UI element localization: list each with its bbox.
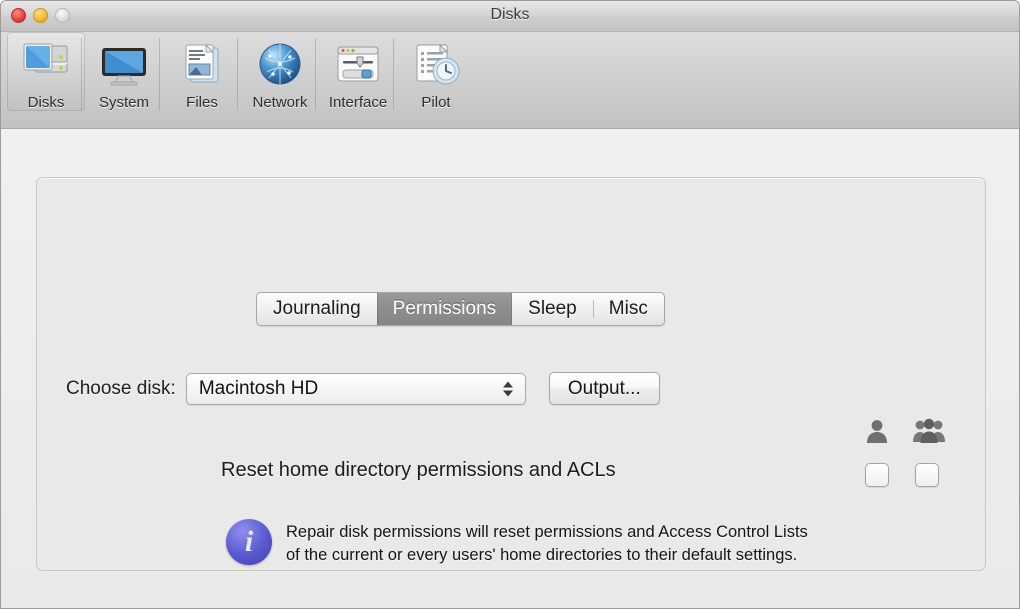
info-block: i Repair disk permissions will reset per… — [226, 519, 906, 567]
tab-sleep[interactable]: Sleep — [512, 293, 593, 325]
tab-permissions[interactable]: Permissions — [376, 293, 513, 325]
disk-select-value: Macintosh HD — [198, 377, 319, 399]
toolbar-label-interface: Interface — [328, 94, 388, 111]
choose-disk-row: Choose disk: Macintosh HD Output... — [66, 372, 660, 405]
content-area: Journaling Permissions Sleep Misc Choose… — [1, 129, 1019, 608]
toolbar-label-files: Files — [186, 94, 218, 111]
app-window: Disks Disks System Files Network Interfa… — [0, 0, 1020, 609]
toolbar-label-system: System — [98, 94, 149, 111]
toolbar-label-pilot: Pilot — [421, 94, 451, 111]
toolbar-item-interface[interactable]: Interface — [315, 32, 397, 111]
scope-selector — [863, 417, 945, 487]
tab-misc[interactable]: Misc — [592, 293, 664, 325]
all-users-checkbox[interactable] — [915, 463, 939, 487]
reset-permissions-label: Reset home directory permissions and ACL… — [221, 459, 616, 481]
toolbar-item-disks[interactable]: Disks — [7, 32, 85, 111]
interface-icon — [331, 38, 385, 92]
toolbar-label-network: Network — [252, 94, 308, 111]
toolbar-item-network[interactable]: Network — [237, 32, 319, 111]
choose-disk-label: Choose disk: — [66, 377, 176, 399]
network-icon — [253, 38, 307, 92]
window-title: Disks — [490, 6, 530, 23]
toolbar-item-pilot[interactable]: Pilot — [393, 32, 475, 111]
tab-bar: Journaling Permissions Sleep Misc — [256, 292, 665, 326]
info-text-line2: of the current or every users' home dire… — [286, 545, 798, 564]
title-bar: Disks — [1, 1, 1019, 32]
single-user-checkbox[interactable] — [865, 463, 889, 487]
output-button[interactable]: Output... — [548, 372, 660, 405]
tab-journaling[interactable]: Journaling — [257, 293, 377, 325]
scope-single-user — [863, 417, 891, 487]
chevron-updown-icon — [502, 381, 513, 396]
group-users-icon — [913, 417, 945, 445]
toolbar: Disks System Files Network Interface Pil… — [1, 32, 1019, 129]
disk-select[interactable]: Macintosh HD — [185, 372, 526, 405]
system-icon — [97, 38, 151, 92]
scope-all-users — [913, 417, 945, 487]
pilot-icon — [409, 38, 463, 92]
info-text: Repair disk permissions will reset permi… — [286, 519, 808, 567]
toolbar-item-files[interactable]: Files — [159, 32, 241, 111]
single-user-icon — [863, 417, 891, 445]
toolbar-label-disks: Disks — [27, 94, 65, 111]
info-icon: i — [226, 519, 272, 565]
disks-icon — [19, 38, 73, 92]
info-text-line1: Repair disk permissions will reset permi… — [286, 523, 808, 541]
toolbar-item-system[interactable]: System — [81, 32, 163, 111]
files-icon — [175, 38, 229, 92]
